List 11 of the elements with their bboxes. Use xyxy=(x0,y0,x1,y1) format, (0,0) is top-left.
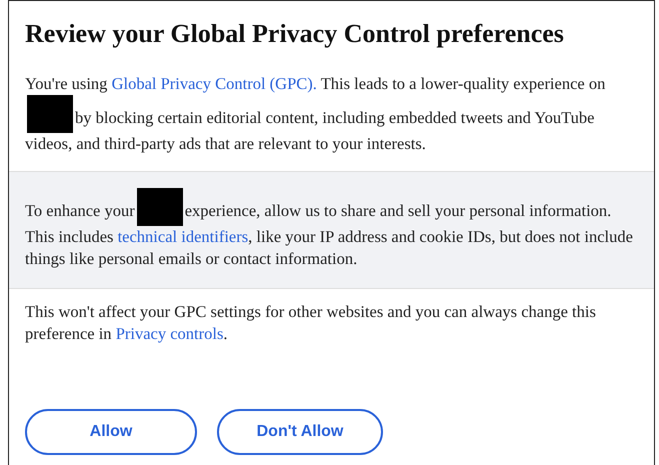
dont-allow-button[interactable]: Don't Allow xyxy=(217,409,383,455)
text-link[interactable]: Global Privacy Control (GPC). xyxy=(112,74,317,93)
redaction-bar xyxy=(27,95,73,133)
text-link[interactable]: Privacy controls xyxy=(116,324,224,343)
redaction-bar xyxy=(136,188,183,226)
dialog-title: Review your Global Privacy Control preferences xyxy=(24,18,565,50)
body-text: To enhance your experience, allow us to share and sell your personal information. This includes technical identifiers, like your IP address and cookie IDs, but does not include things like personal emails or contact information. xyxy=(25,188,638,270)
allow-button[interactable]: Allow xyxy=(25,409,197,455)
text-link[interactable]: technical identifiers xyxy=(118,227,248,246)
body-text: You're using Global Privacy Control (GPC). This leads to a lower-quality experience on by blocking certain editorial content, including embedded tweets and YouTube videos, and third-party ads that are relevant to your interests. xyxy=(25,73,606,155)
body-text: This won't affect your GPC settings for other websites and you can always change this preference in Privacy controls. xyxy=(25,301,597,345)
